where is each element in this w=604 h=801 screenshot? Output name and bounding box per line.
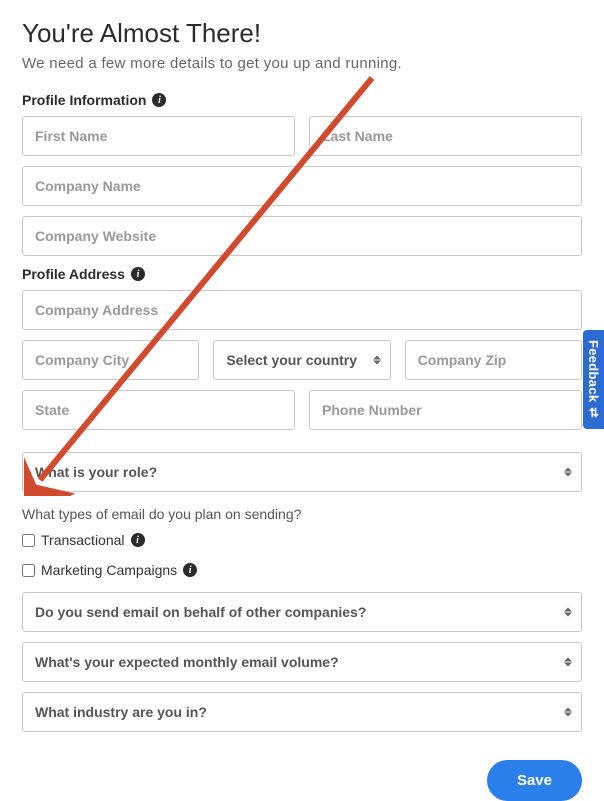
transactional-checkbox[interactable] [22,534,35,547]
profile-address-section-label: Profile Address i [22,266,582,282]
info-icon[interactable]: i [183,563,197,577]
company-name-input[interactable] [22,166,582,206]
behalf-select[interactable]: Do you send email on behalf of other com… [22,592,582,632]
phone-number-input[interactable] [309,390,582,430]
state-input[interactable] [22,390,295,430]
marketing-checkbox[interactable] [22,564,35,577]
country-select[interactable]: Select your country [213,340,390,380]
company-website-input[interactable] [22,216,582,256]
save-button[interactable]: Save [487,760,582,801]
email-types-question: What types of email do you plan on sendi… [22,506,582,522]
page-subtitle: We need a few more details to get you up… [22,55,582,72]
role-select[interactable]: What is your role? [22,452,582,492]
company-zip-input[interactable] [405,340,582,380]
info-icon[interactable]: i [131,267,145,281]
industry-select[interactable]: What industry are you in? [22,692,582,732]
profile-info-label-text: Profile Information [22,92,146,108]
info-icon[interactable]: i [131,533,145,547]
last-name-input[interactable] [309,116,582,156]
sliders-icon: ⇅ [588,407,598,421]
profile-info-section-label: Profile Information i [22,92,582,108]
volume-select[interactable]: What's your expected monthly email volum… [22,642,582,682]
marketing-label: Marketing Campaigns [41,562,177,578]
transactional-label: Transactional [41,532,125,548]
company-city-input[interactable] [22,340,199,380]
feedback-label: Feedback [586,340,601,402]
company-address-input[interactable] [22,290,582,330]
profile-address-label-text: Profile Address [22,266,125,282]
feedback-tab[interactable]: Feedback ⇅ [583,330,604,429]
page-title: You're Almost There! [22,18,582,49]
first-name-input[interactable] [22,116,295,156]
info-icon[interactable]: i [152,93,166,107]
